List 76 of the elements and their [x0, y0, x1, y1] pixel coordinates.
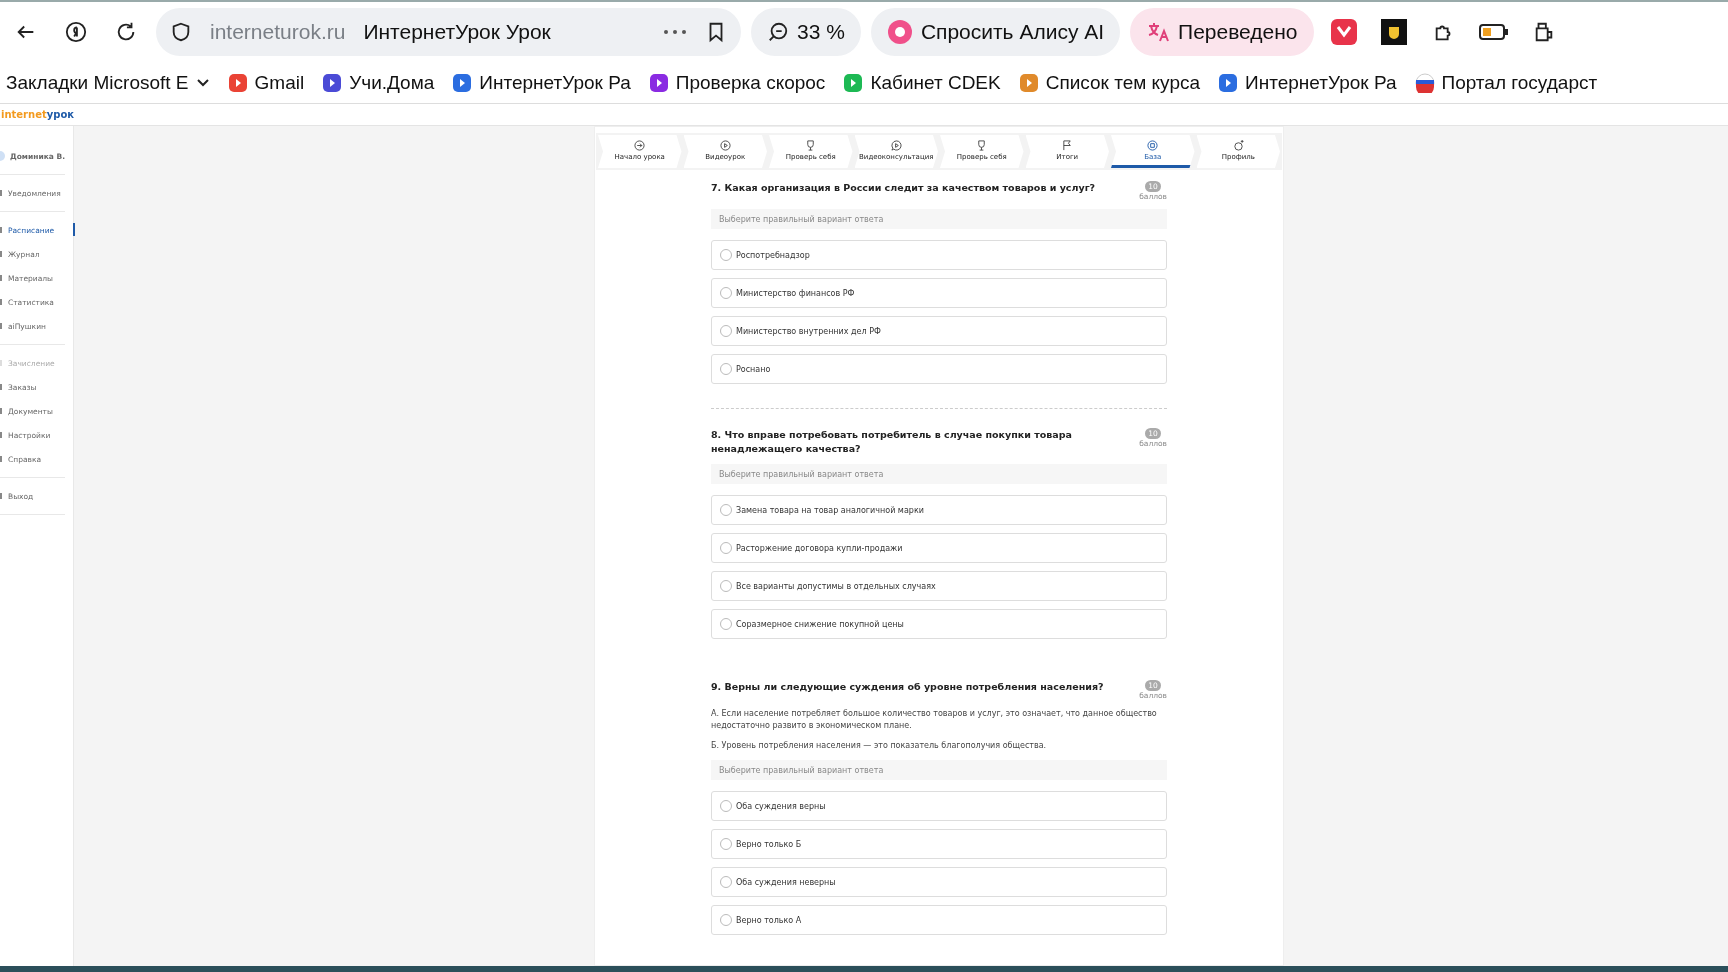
site-icon	[648, 72, 669, 93]
translate-icon	[1146, 20, 1171, 44]
statement-text: Б. Уровень потребления населения — это показатель благополучия общества.	[711, 740, 1048, 752]
radio-button[interactable]	[720, 618, 732, 630]
zoom-button[interactable]: 33 %	[751, 8, 861, 56]
trophy-icon	[976, 139, 988, 151]
answer-option[interactable]: Соразмерное снижение покупной цены	[711, 609, 1167, 639]
answer-option[interactable]: Расторжение договора купли-продажи	[711, 533, 1167, 563]
site-icon	[1018, 72, 1039, 93]
answer-option[interactable]: Верно только Б	[711, 829, 1167, 859]
answer-option[interactable]: Все варианты допустимы в отдельных случаях	[711, 571, 1167, 601]
answer-option[interactable]: Министерство финансов РФ	[711, 278, 1167, 308]
trophy-icon	[805, 139, 817, 151]
bookmark-item[interactable]: Gmail	[227, 71, 305, 94]
flag-icon	[1061, 139, 1073, 151]
answer-option[interactable]: Верно только А	[711, 905, 1167, 935]
radio-button[interactable]	[720, 542, 732, 554]
bookmark-item[interactable]: Проверка скорос	[648, 71, 826, 94]
answer-option[interactable]: Оба суждения неверны	[711, 867, 1167, 897]
assistant-button[interactable]: Спросить Алису AI	[870, 8, 1121, 56]
bookmark-item[interactable]: Список тем курса	[1018, 71, 1201, 94]
statement-text: А. Если население потребляет большое количество товаров и услуг, это означает, что данное общество недостаточно развито в экономическом плане.	[711, 708, 1158, 732]
radio-button[interactable]	[720, 504, 732, 516]
radio-button[interactable]	[720, 249, 732, 261]
address-host: interneturok.ru	[210, 20, 346, 44]
radio-button[interactable]	[720, 800, 732, 812]
battery-icon	[1478, 23, 1509, 41]
radio-button[interactable]	[720, 914, 732, 926]
zoom-icon	[767, 21, 789, 43]
bookmark-item[interactable]: ИнтернетУрок Ра	[452, 71, 631, 94]
bookmark-item[interactable]: Портал государст	[1414, 71, 1598, 94]
answer-hint: Выберите правильный вариант ответа	[711, 464, 1167, 484]
question-title: 9. Верны ли следующие суждения об уровне потребления населения?	[711, 680, 1104, 694]
chat-play-icon	[890, 139, 902, 151]
address-bar[interactable]: interneturok.ru ИнтернетУрок Урок	[156, 8, 741, 56]
reload-icon	[115, 21, 137, 43]
bookmark-item[interactable]: Учи.Дома	[322, 71, 435, 94]
radio-button[interactable]	[720, 876, 732, 888]
bookmark-item[interactable]: ИнтернетУрок Ра	[1218, 71, 1397, 94]
radio-button[interactable]	[720, 287, 732, 299]
active-marker	[73, 223, 75, 236]
site-icon	[1218, 72, 1239, 93]
answer-option[interactable]: Министерство внутренних дел РФ	[711, 316, 1167, 346]
shield-icon	[170, 21, 192, 43]
play-circle-icon	[719, 139, 731, 151]
more-icon	[663, 29, 687, 35]
question-title: 8. Что вправе потребовать потребитель в случае покупки товара ненадлежащего качества?	[711, 428, 1073, 456]
answer-option[interactable]: Роснано	[711, 354, 1167, 384]
radio-button[interactable]	[720, 363, 732, 375]
letter-circle-icon	[65, 21, 87, 43]
radio-button[interactable]	[720, 580, 732, 592]
answer-option[interactable]: Оба суждения верны	[711, 791, 1167, 821]
page-title: ИнтернетУрок Урок	[363, 20, 552, 44]
bookmark-item[interactable]: Кабинет CDEK	[843, 71, 1001, 94]
extension-icon	[1379, 18, 1408, 46]
answer-option[interactable]: Роспотребнадзор	[711, 240, 1167, 270]
chevron-down-icon	[195, 77, 210, 88]
site-icon	[227, 72, 248, 93]
bookmark-item[interactable]: Закладки Microsoft E	[6, 71, 210, 94]
question-title: 7. Какая организация в России следит за качеством товаров и услуг?	[711, 181, 1096, 195]
site-logo[interactable]: internetурок	[1, 109, 75, 120]
site-icon	[322, 72, 343, 93]
answer-hint: Выберите правильный вариант ответа	[711, 760, 1167, 780]
radio-button[interactable]	[720, 325, 732, 337]
extension-icon	[1328, 17, 1359, 47]
assistant-icon	[886, 19, 913, 45]
avatar-icon	[0, 151, 6, 161]
site-icon	[843, 72, 864, 93]
radio-button[interactable]	[720, 838, 732, 850]
translate-button[interactable]: Переведено	[1130, 8, 1314, 56]
arrow-circle-icon	[634, 139, 646, 151]
profile-icon	[1232, 139, 1244, 151]
answer-hint: Выберите правильный вариант ответа	[711, 209, 1167, 229]
flag-icon	[1414, 72, 1435, 93]
answer-option[interactable]: Замена товара на товар аналогичной марки	[711, 495, 1167, 525]
site-icon	[452, 72, 473, 93]
